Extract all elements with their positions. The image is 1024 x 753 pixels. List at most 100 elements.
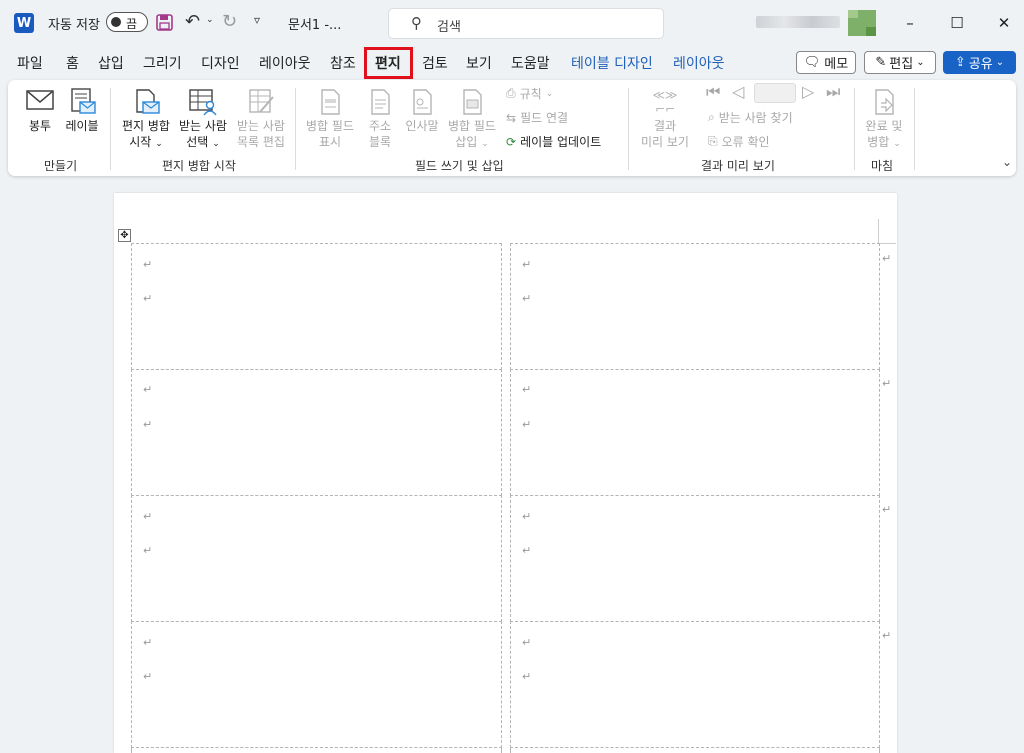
insert-merge-field-button[interactable]: 병합 필드 삽입 ⌄ [444,88,500,152]
tab-file[interactable]: 파일 [17,53,43,73]
ribbon-display-options-icon[interactable]: ⌄ [1002,155,1012,169]
label-cell[interactable]: ↵ ↵ [131,369,502,496]
start-merge-label-2: 시작 [129,135,152,149]
label-cell[interactable]: ↵ ↵ [510,243,880,370]
chevron-down-icon: ⌄ [545,88,554,99]
select-recipients-label-2: 선택 [186,135,209,149]
highlight-box [364,47,413,79]
previous-record-icon[interactable]: ◁ [732,82,744,101]
highlight-label-2: 표시 [318,135,342,149]
undo-icon[interactable]: ↶ [185,11,200,32]
record-number-input[interactable] [754,83,796,103]
greeting-line-button[interactable]: 인사말 [402,88,442,134]
chevron-down-icon: ⌄ [916,57,925,68]
word-app-icon: W [14,13,34,33]
close-button[interactable]: ✕ [990,10,1018,36]
paragraph-mark: ↵ [143,510,153,523]
edit-recipient-list-button[interactable]: 받는 사람 목록 편집 [233,88,289,150]
last-record-icon[interactable]: ⏭ [826,82,840,102]
chevron-down-icon: ⌄ [481,139,489,149]
share-label: 공유 [968,57,993,72]
paragraph-mark: ↵ [522,292,532,305]
tab-review[interactable]: 검토 [422,53,448,73]
document-title: 문서1 -... [288,18,342,33]
minimize-button[interactable]: – [896,10,924,36]
envelopes-label: 봉투 [28,119,52,133]
save-icon[interactable] [156,13,174,31]
tab-help[interactable]: 도움말 [511,53,550,73]
tab-table-design[interactable]: 테이블 디자인 [571,53,653,73]
label-cell[interactable]: ↵ ↵ [131,243,502,370]
tab-home[interactable]: 홈 [66,53,79,73]
select-recipients-button[interactable]: 받는 사람 선택 ⌄ [174,88,232,152]
label-cell[interactable] [131,747,502,753]
envelope-icon [25,88,55,116]
select-recipients-label-1: 받는 사람 [179,119,227,133]
avatar[interactable] [848,10,876,36]
customize-quick-access-icon[interactable]: ▿ [254,13,260,27]
undo-dropdown-icon[interactable]: ⌄ [206,15,214,25]
labels-icon [67,88,97,116]
preview-results-button[interactable]: ≪≫ ⌐⌐ 결과 미리 보기 [636,88,694,150]
labels-label: 레이블 [65,119,99,133]
autosave-toggle[interactable]: 끔 [106,12,148,32]
share-button[interactable]: ⇪ 공유 ⌄ [943,51,1016,74]
account-name-blurred[interactable] [756,16,840,28]
greeting-icon [407,88,437,116]
paragraph-mark: ↵ [143,292,153,305]
insert-field-label-2: 삽입 [455,135,478,149]
highlight-merge-fields-button[interactable]: 병합 필드 표시 [302,88,358,150]
update-labels-label: 레이블 업데이트 [520,135,602,149]
toggle-knob [111,17,121,27]
chevron-down-icon: ⌄ [155,139,163,149]
update-labels-icon: ⟳ [506,134,517,149]
start-mail-merge-button[interactable]: 편지 병합 시작 ⌄ [118,88,174,152]
tab-view[interactable]: 보기 [466,53,492,73]
envelopes-button[interactable]: 봉투 [20,88,60,134]
paragraph-mark: ↵ [143,544,153,557]
find-recipient-button[interactable]: ⌕ 받는 사람 찾기 [708,109,793,126]
table-move-handle-icon[interactable]: ✥ [118,229,131,242]
label-cell[interactable]: ↵ ↵ [510,621,880,748]
label-cell[interactable]: ↵ ↵ [510,495,880,622]
row-end-mark: ↵ [882,252,892,265]
tab-references[interactable]: 참조 [330,53,356,73]
label-cell[interactable]: ↵ ↵ [131,495,502,622]
group-separator [295,88,296,170]
redo-icon[interactable]: ↻ [222,11,237,32]
paragraph-mark: ↵ [522,383,532,396]
label-cell[interactable]: ↵ ↵ [131,621,502,748]
maximize-button[interactable]: ☐ [943,10,971,36]
address-block-button[interactable]: 주소 블록 [360,88,400,150]
tab-insert[interactable]: 삽입 [98,53,124,73]
first-record-icon[interactable]: ⏮ [706,82,720,102]
update-labels-button[interactable]: ⟳ 레이블 업데이트 [506,133,601,150]
paragraph-mark: ↵ [143,636,153,649]
rules-button[interactable]: ⎙ 규칙 ⌄ [506,85,553,102]
tab-layout[interactable]: 레이아웃 [259,53,311,73]
comment-icon: 🗨 [803,55,821,70]
comments-button[interactable]: 🗨 메모 [796,51,856,74]
tab-design[interactable]: 디자인 [201,53,240,73]
insert-field-label-1: 병합 필드 [448,119,496,133]
label-cell[interactable]: ↵ ↵ [510,369,880,496]
finish-merge-button[interactable]: 완료 및 병합 ⌄ [860,88,908,152]
group-separator [110,88,111,170]
label-cell[interactable] [510,747,880,753]
tab-draw[interactable]: 그리기 [143,53,182,73]
labels-button[interactable]: 레이블 [62,88,102,134]
margin-guide [878,243,896,244]
match-fields-button[interactable]: ⇆ 필드 연결 [506,109,568,126]
match-fields-label: 필드 연결 [520,111,569,125]
autosave-label: 자동 저장 [48,18,100,33]
group-label-start-merge: 편지 병합 시작 [162,159,236,173]
next-record-icon[interactable]: ▷ [802,82,814,101]
check-errors-button[interactable]: ⎘ 오류 확인 [708,133,770,150]
finish-merge-icon [869,88,899,116]
group-separator [914,88,915,170]
highlight-fields-icon [315,88,345,116]
tab-table-layout[interactable]: 레이아웃 [673,53,725,73]
search-box[interactable]: ⚲ 검색 [388,8,664,39]
editing-mode-button[interactable]: ✎ 편집 ⌄ [864,51,936,74]
row-end-mark: ↵ [882,629,892,642]
